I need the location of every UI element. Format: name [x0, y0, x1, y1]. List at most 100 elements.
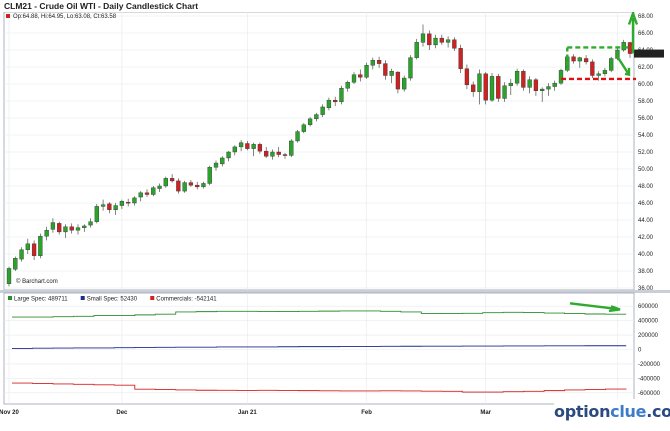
candle-up — [320, 106, 325, 115]
candle-down — [483, 73, 488, 101]
candle-down — [282, 154, 288, 156]
price-plot-frame — [3, 11, 635, 291]
candle-up — [301, 124, 306, 132]
candle-up — [621, 42, 626, 51]
price-tick-label: 60.00 — [638, 82, 654, 88]
candle-up — [502, 85, 507, 99]
candle-up — [75, 227, 81, 231]
candle-up — [351, 74, 357, 83]
candle-up — [100, 204, 106, 207]
candle-up — [414, 42, 419, 58]
price-tick-label: 68.00 — [638, 14, 654, 20]
candle-down — [264, 150, 269, 157]
candle-up — [163, 178, 168, 187]
candle-down — [496, 76, 501, 99]
candle-down — [276, 151, 281, 155]
candle-down — [31, 243, 37, 256]
candle-down — [144, 192, 150, 195]
candle-up — [94, 206, 99, 222]
date-tick-label: Jan 21 — [238, 410, 257, 416]
candle-up — [50, 222, 56, 230]
candle-down — [533, 79, 539, 92]
logo-text-main: option — [554, 402, 611, 421]
cot-legend-label: Small Spec: 52430 — [87, 296, 138, 302]
candle-down — [176, 180, 181, 192]
candle-up — [138, 192, 143, 198]
candle-up — [251, 144, 256, 149]
candle-up — [295, 131, 300, 142]
candle-up — [364, 65, 369, 78]
candle-up — [552, 82, 557, 87]
price-tick-label: 40.00 — [638, 252, 654, 258]
candle-up — [113, 205, 118, 211]
date-tick-label: Mar — [480, 410, 491, 416]
candle-up — [213, 162, 219, 168]
candle-up — [63, 226, 68, 233]
source-label: © Barchart.com — [16, 278, 58, 285]
candle-down — [57, 223, 62, 233]
candle-up — [508, 82, 513, 86]
candle-up — [6, 268, 12, 284]
candle-up — [402, 77, 407, 90]
candle-up — [527, 79, 532, 88]
date-tick-label: Dec — [116, 410, 128, 416]
cot-legend-swatch — [150, 296, 155, 300]
cot-legend-label: Large Spec: 489711 — [14, 296, 68, 302]
candle-down — [395, 71, 401, 90]
cot-tick-label: 200000 — [638, 333, 659, 339]
price-tick-label: 46.00 — [638, 201, 654, 207]
candle-down — [245, 143, 250, 149]
candle-down — [590, 61, 595, 76]
price-tick-label: 54.00 — [638, 133, 654, 139]
candle-up — [326, 99, 332, 109]
cot-tick-label: 0 — [638, 348, 642, 354]
candle-down — [126, 201, 131, 204]
last-price-label: 63.58 — [641, 52, 657, 58]
candle-up — [602, 70, 608, 75]
candle-down — [107, 203, 112, 211]
candle-up — [546, 86, 551, 90]
candle-up — [558, 70, 564, 84]
candle-up — [44, 229, 49, 237]
price-tick-label: 38.00 — [638, 269, 654, 275]
price-tick-label: 50.00 — [638, 167, 654, 173]
candle-up — [220, 157, 225, 165]
price-tick-label: 44.00 — [638, 218, 654, 224]
candle-down — [427, 33, 432, 46]
candle-up — [596, 73, 601, 76]
price-tick-label: 58.00 — [638, 99, 654, 105]
candle-up — [339, 88, 344, 103]
candle-up — [389, 71, 394, 76]
candle-up — [540, 88, 545, 91]
logo-text-accent: clue — [610, 402, 647, 421]
ohlc-label: Op:64.88, Hi:64.95, Lo:63.08, Ct:63.58 — [13, 14, 117, 20]
candle-up — [82, 225, 87, 228]
candle-down — [458, 48, 463, 69]
candle-up — [119, 201, 125, 206]
cot-tick-label: 400000 — [638, 319, 659, 325]
candle-up — [370, 60, 375, 66]
candle-up — [420, 33, 426, 43]
candle-up — [314, 114, 319, 120]
candle-up — [609, 58, 614, 71]
date-tick-label: Nov 20 — [0, 410, 19, 416]
candle-down — [69, 226, 74, 231]
price-tick-label: 36.00 — [638, 286, 654, 292]
cot-legend-label: Commercials: -542141 — [156, 296, 217, 302]
candle-up — [38, 235, 43, 256]
ohlc-swatch — [6, 14, 10, 18]
candle-down — [571, 56, 576, 62]
candle-up — [25, 243, 30, 250]
candle-down — [376, 60, 382, 64]
candle-down — [439, 37, 444, 43]
cot-tick-label: -200000 — [638, 362, 661, 368]
candle-up — [289, 140, 294, 156]
candle-down — [195, 184, 200, 188]
candle-up — [226, 151, 231, 159]
candle-down — [333, 99, 338, 103]
price-tick-label: 52.00 — [638, 150, 654, 156]
price-tick-label: 42.00 — [638, 235, 654, 241]
candle-down — [452, 39, 457, 49]
candle-up — [489, 76, 495, 101]
cot-plot-frame — [3, 292, 635, 405]
